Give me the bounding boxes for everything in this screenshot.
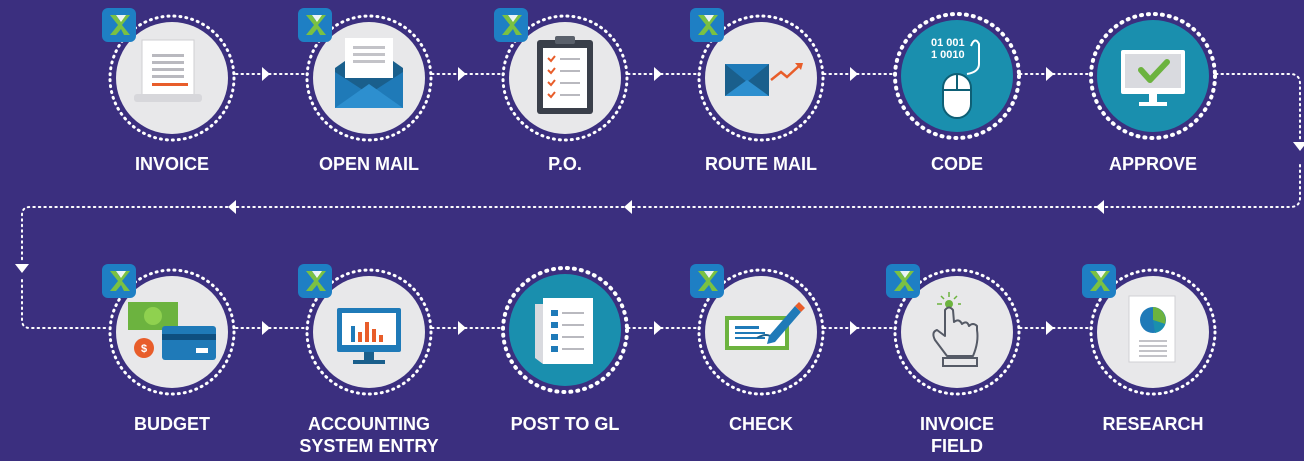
arrow-right-icon <box>654 67 662 81</box>
step-approve <box>1089 12 1217 140</box>
arrow-right-icon <box>1046 321 1054 335</box>
brand-x-icon <box>886 264 920 298</box>
report-piechart-icon <box>1128 295 1176 363</box>
arrow-down-icon <box>15 264 29 273</box>
brand-x-icon <box>298 8 332 42</box>
step-labels: INVOICE OPEN MAIL P.O. ROUTE MAIL CODE A… <box>134 154 1204 456</box>
label-invoice: INVOICE <box>135 154 209 174</box>
step-post-to-gl <box>501 266 629 394</box>
brand-x-icon <box>494 8 528 42</box>
label-post-to-gl: POST TO GL <box>511 414 620 434</box>
arrow-left-icon <box>228 200 236 214</box>
arrow-down-icon <box>1293 142 1304 151</box>
binary-line-2: 1 0010 <box>931 49 965 61</box>
arrow-right-icon <box>850 67 858 81</box>
open-envelope-icon <box>335 38 403 108</box>
binary-line-1: 01 001 <box>931 37 965 49</box>
arrow-right-icon <box>458 321 466 335</box>
arrow-left-icon <box>624 200 632 214</box>
label-invoice-field-line2: FIELD <box>931 436 983 456</box>
label-code: CODE <box>931 154 983 174</box>
brand-x-icon <box>1082 264 1116 298</box>
brand-x-icon <box>298 264 332 298</box>
label-research: RESEARCH <box>1102 414 1203 434</box>
process-flow-diagram: 01 001 1 0010 $ INVOICE OPEN MAIL P.O. R… <box>15 8 1304 456</box>
invoice-document-icon <box>134 39 202 102</box>
label-open-mail: OPEN MAIL <box>319 154 419 174</box>
arrow-right-icon <box>458 67 466 81</box>
brand-x-icon <box>690 8 724 42</box>
arrow-right-icon <box>1046 67 1054 81</box>
brand-x-icon <box>690 264 724 298</box>
brand-x-icon <box>102 264 136 298</box>
arrow-right-icon <box>262 67 270 81</box>
arrow-right-icon <box>262 321 270 335</box>
clipboard-checklist-icon <box>537 36 593 114</box>
brand-x-icon <box>102 8 136 42</box>
label-accounting-line2: SYSTEM ENTRY <box>299 436 438 456</box>
svg-text:$: $ <box>141 343 147 355</box>
step-code: 01 001 1 0010 <box>893 12 1021 140</box>
label-budget: BUDGET <box>134 414 210 434</box>
label-invoice-field-line1: INVOICE <box>920 414 994 434</box>
label-accounting-line1: ACCOUNTING <box>308 414 430 434</box>
label-route-mail: ROUTE MAIL <box>705 154 817 174</box>
arrow-left-icon <box>1096 200 1104 214</box>
label-check: CHECK <box>729 414 793 434</box>
ledger-list-icon <box>535 298 593 364</box>
arrow-right-icon <box>654 321 662 335</box>
label-po: P.O. <box>548 154 582 174</box>
arrow-right-icon <box>850 321 858 335</box>
label-approve: APPROVE <box>1109 154 1197 174</box>
